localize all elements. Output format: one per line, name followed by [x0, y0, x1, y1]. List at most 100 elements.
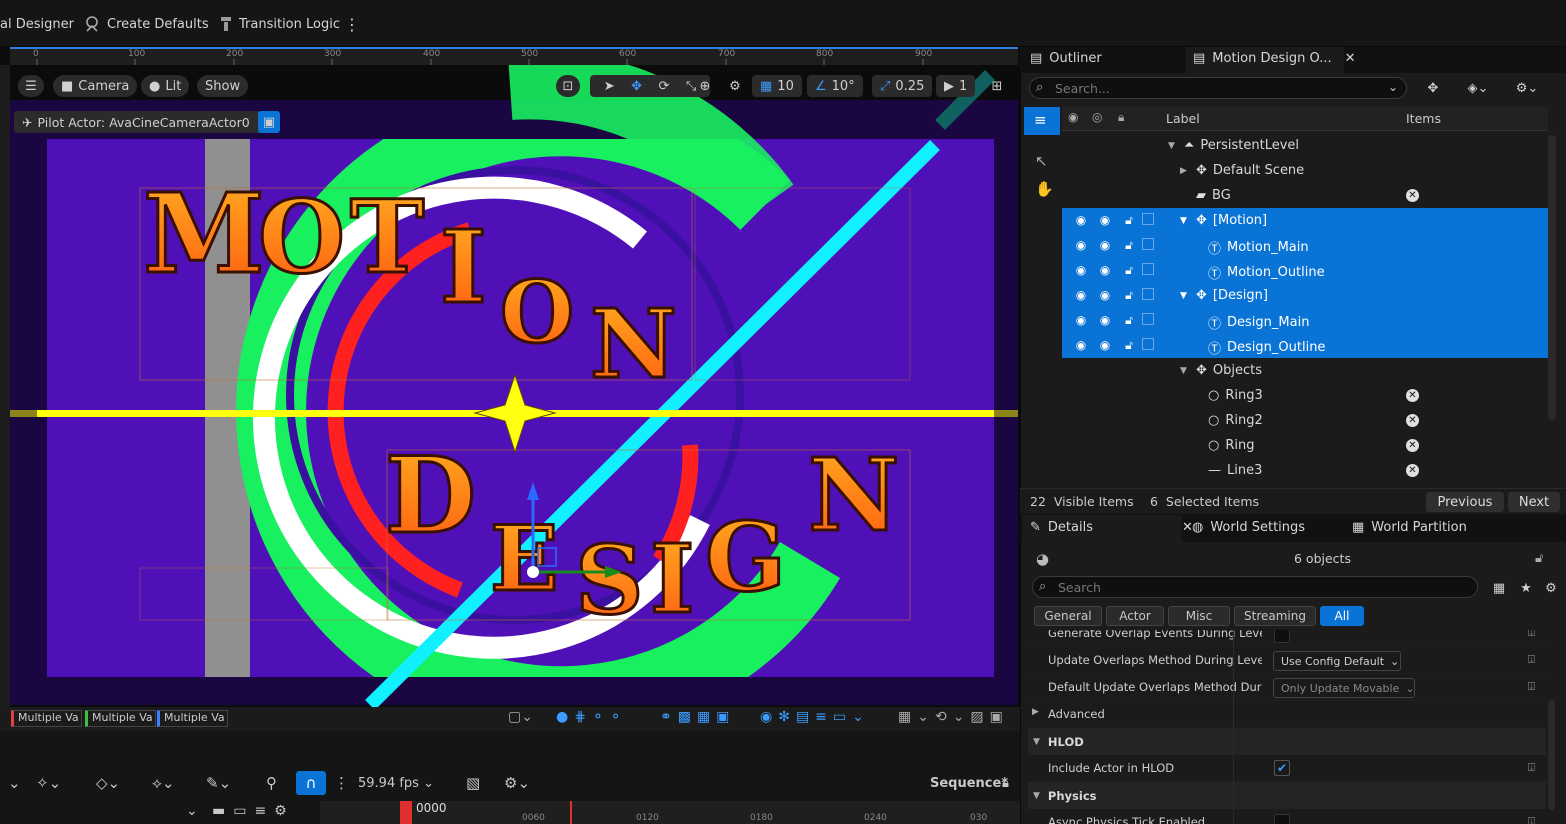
scale-snap-icon[interactable]: ⤢: [880, 79, 890, 94]
viewport-mode-icons[interactable]: ●⋕⚬⚬: [556, 709, 627, 725]
lock-icon[interactable]: 🔓︎: [1535, 551, 1543, 566]
playhead[interactable]: [400, 801, 412, 824]
camera-speed-value[interactable]: 1: [959, 79, 967, 94]
track-dropdown-icon[interactable]: ⌄: [186, 803, 198, 819]
visibility-toggle-icon[interactable]: ◉: [1098, 313, 1112, 327]
keyframe-icon[interactable]: ◇⌄: [96, 774, 120, 792]
lock-header-icon[interactable]: 🔒︎: [1118, 110, 1124, 125]
visibility-toggle-icon[interactable]: ◉: [1074, 288, 1088, 302]
visibility-toggle-icon[interactable]: ◉: [1098, 288, 1112, 302]
create-defaults-button[interactable]: Create Defaults: [84, 14, 209, 34]
lock-toggle-icon[interactable]: 🔓︎: [1122, 238, 1136, 252]
visibility-header-icon[interactable]: ◉: [1068, 110, 1078, 124]
tag-blue[interactable]: Multiple Va: [157, 710, 228, 727]
outliner-row[interactable]: — Line3: [1062, 458, 1548, 483]
visibility-toggle-icon[interactable]: ◉: [1098, 213, 1112, 227]
visibility-toggle-icon[interactable]: ◉: [1074, 313, 1088, 327]
tag-red[interactable]: Multiple Va: [11, 710, 82, 727]
graph-icon[interactable]: ▧: [466, 774, 480, 792]
shape-dropdown[interactable]: ▢⌄: [508, 709, 533, 725]
outliner-row[interactable]: ▼ ⏶ PersistentLevel: [1062, 133, 1548, 158]
category-all[interactable]: All: [1320, 606, 1364, 626]
timeline-ruler[interactable]: 0000 0060 0120 0180 0240 030: [320, 801, 1020, 824]
outliner-row[interactable]: ○ Ring: [1062, 433, 1548, 458]
grid-value[interactable]: 10: [777, 79, 794, 94]
outliner-row[interactable]: ◉ ◉ 🔓︎ Ⓣ Design_Outline: [1062, 333, 1548, 358]
outliner-row[interactable]: ◉ ◉ 🔓︎ ▼ ✥ [Design]: [1062, 283, 1548, 308]
details-search-input[interactable]: ⌕ Search: [1032, 576, 1478, 598]
visibility-toggle-icon[interactable]: ◉: [1074, 213, 1088, 227]
rotation-snap[interactable]: ∠ 10°: [807, 75, 863, 97]
end-marker[interactable]: [570, 801, 572, 824]
outliner-search-input[interactable]: ⌕ Search... ⌄: [1029, 77, 1407, 99]
add-actor-icon[interactable]: ✥: [1422, 77, 1444, 99]
outliner-settings-icon[interactable]: ⚙⌄: [1510, 77, 1544, 99]
outliner-row[interactable]: ○ Ring3: [1062, 383, 1548, 408]
selection-checkbox[interactable]: [1142, 313, 1154, 325]
viewport[interactable]: M O T I O N D E S I G N ☰ ■ Camera ● Lit…: [0, 47, 1020, 707]
visibility-toggle-icon[interactable]: ◉: [1098, 263, 1112, 277]
selection-checkbox[interactable]: [1142, 263, 1154, 275]
label-column-header[interactable]: Label: [1166, 111, 1200, 126]
async-physics-checkbox[interactable]: [1274, 814, 1290, 824]
transform-tools[interactable]: ➤ ✥ ⟳ ⤡: [590, 75, 710, 97]
maximize-toggle[interactable]: ⊡: [556, 75, 580, 97]
update-overlaps-select[interactable]: Use Config Default ⌄: [1273, 651, 1401, 671]
items-icon[interactable]: ✕: [1406, 189, 1419, 202]
lock-toggle-icon[interactable]: 🔓︎: [1122, 313, 1136, 327]
eye-header-icon[interactable]: ◎: [1092, 110, 1102, 124]
filter-button[interactable]: ≡: [1024, 107, 1060, 135]
key-dropdown-icon[interactable]: ⌄: [8, 774, 21, 792]
items-column-header[interactable]: Items: [1406, 111, 1441, 126]
category-streaming[interactable]: Streaming: [1234, 606, 1316, 626]
show-button[interactable]: Show: [197, 75, 249, 97]
outliner-row[interactable]: ◉ ◉ 🔓︎ Ⓣ Motion_Main: [1062, 233, 1548, 258]
selection-checkbox[interactable]: [1142, 238, 1154, 250]
reset-icon[interactable]: ⍗: [1528, 630, 1535, 640]
outliner-row[interactable]: ◉ ◉ 🔓︎ ▼ ✥ [Motion]: [1062, 208, 1548, 233]
lock-toggle-icon[interactable]: 🔓︎: [1122, 213, 1136, 227]
scale-snap[interactable]: ⤢ 0.25: [872, 75, 933, 97]
reset-icon[interactable]: ⍗: [1528, 652, 1535, 667]
outliner-row[interactable]: ▼ ✥ Objects: [1062, 358, 1548, 383]
items-icon[interactable]: ✕: [1406, 414, 1419, 427]
outliner-row[interactable]: ▶ ✥ Default Scene: [1062, 158, 1548, 183]
toolbar-more-button[interactable]: ⋮: [344, 14, 360, 34]
rotate-icon[interactable]: ⟳: [658, 79, 669, 94]
table-view-icon[interactable]: ▦: [1488, 577, 1510, 599]
previous-button[interactable]: Previous: [1426, 492, 1504, 512]
select-icon[interactable]: ➤: [604, 79, 615, 94]
visibility-toggle-icon[interactable]: ◉: [1074, 263, 1088, 277]
scale-value[interactable]: 0.25: [895, 79, 924, 94]
camera-button[interactable]: ■ Camera: [53, 75, 138, 97]
lock-icon[interactable]: 🔒︎: [1002, 776, 1009, 791]
visibility-toggle-icon[interactable]: ◉: [1098, 338, 1112, 352]
favorite-star-icon[interactable]: ★: [1515, 577, 1537, 599]
reset-icon[interactable]: ⍗: [1528, 814, 1535, 824]
lit-button[interactable]: ● Lit: [141, 75, 190, 97]
tag-green[interactable]: Multiple Va: [85, 710, 156, 727]
physics-section[interactable]: ▼ Physics: [1028, 782, 1546, 809]
advanced-row[interactable]: ▶ Advanced: [1028, 701, 1546, 728]
outliner-scrollbar[interactable]: [1548, 135, 1556, 420]
marker-icon[interactable]: ⚲: [266, 774, 277, 792]
layout-icon[interactable]: ⊞: [986, 75, 1008, 97]
category-actor[interactable]: Actor: [1106, 606, 1164, 626]
selection-checkbox[interactable]: [1142, 338, 1154, 350]
category-general[interactable]: General: [1034, 606, 1102, 626]
angle-value[interactable]: 10°: [832, 79, 855, 94]
outliner-row[interactable]: ◉ ◉ 🔓︎ Ⓣ Motion_Outline: [1062, 258, 1548, 283]
tab-world-partition[interactable]: ▦ World Partition: [1352, 520, 1467, 535]
pilot-camera-icon[interactable]: ▣: [258, 111, 280, 133]
details-scrollbar[interactable]: [1548, 700, 1555, 810]
details-settings-icon[interactable]: ⚙: [1540, 577, 1562, 599]
align-icons[interactable]: ⚭▩▦▣: [660, 709, 735, 725]
visibility-icons[interactable]: ◉✻▤≡▭⌄: [760, 709, 870, 725]
transition-logic-button[interactable]: Transition Logic: [218, 14, 340, 34]
visibility-toggle-icon[interactable]: ◉: [1074, 338, 1088, 352]
timeline-settings-icon[interactable]: ⚙⌄: [504, 774, 530, 792]
items-icon[interactable]: ✕: [1406, 464, 1419, 477]
view-options-icon[interactable]: ◈⌄: [1462, 77, 1494, 99]
tab-details[interactable]: ✎ Details ✕: [1030, 520, 1193, 535]
viewport-menu-button[interactable]: ☰: [18, 75, 44, 97]
